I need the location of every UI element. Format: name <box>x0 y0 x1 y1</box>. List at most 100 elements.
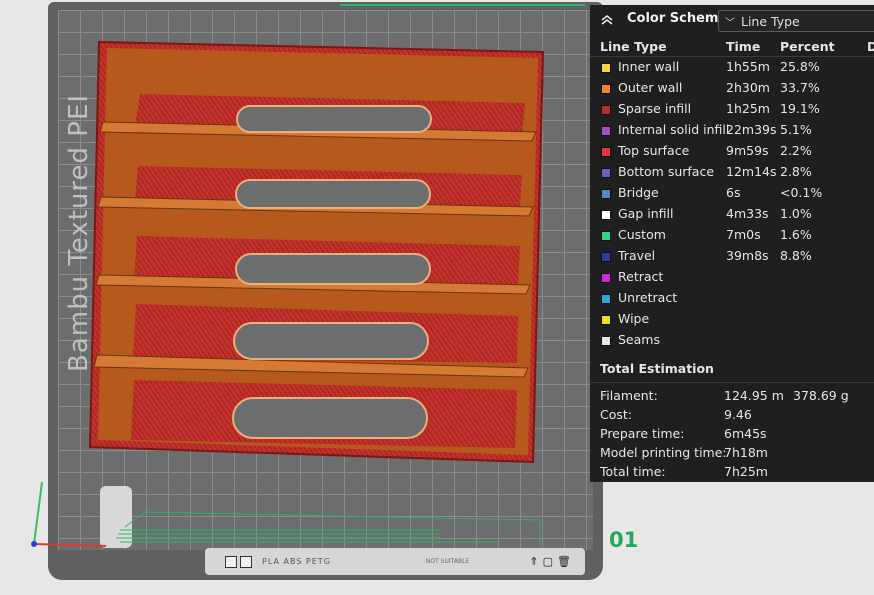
filament-label: Filament: <box>600 388 658 403</box>
cost-label: Cost: <box>600 407 633 422</box>
line-type-swatch <box>601 210 611 220</box>
chevron-down-icon: ﹀ <box>725 17 735 29</box>
line-type-percent: 1.6% <box>780 227 812 242</box>
line-type-time: 1h25m <box>726 101 770 116</box>
legend-row[interactable]: Retract <box>590 267 874 288</box>
line-type-name: Top surface <box>618 143 690 158</box>
cost-value: 9.46 <box>724 407 752 422</box>
plate-lock-icon[interactable] <box>240 555 252 568</box>
line-type-swatch <box>601 231 611 241</box>
line-type-name: Sparse infill <box>618 101 692 116</box>
legend-row[interactable]: Travel 39m8s 8.8% <box>590 246 874 267</box>
plate-number[interactable]: 01 <box>609 528 638 552</box>
printing-time-label: Model printing time: <box>600 445 727 460</box>
line-type-swatch <box>601 189 611 199</box>
line-type-swatch <box>601 63 611 73</box>
line-type-time: 2h30m <box>726 80 770 95</box>
legend-row[interactable]: Seams <box>590 330 874 351</box>
axis-gizmo <box>31 481 107 547</box>
col-line-type: Line Type <box>600 39 667 54</box>
line-type-time: 1h55m <box>726 59 770 74</box>
legend-row[interactable]: Outer wall 2h30m 33.7% <box>590 78 874 99</box>
line-type-percent: <0.1% <box>780 185 823 200</box>
line-type-name: Bridge <box>618 185 659 200</box>
line-type-name: Retract <box>618 269 664 284</box>
line-type-swatch <box>601 147 611 157</box>
plate-filament-types: PLA ABS PETG <box>262 557 331 566</box>
filament-length: 124.95 m <box>724 388 784 403</box>
legend-row[interactable]: Custom 7m0s 1.6% <box>590 225 874 246</box>
line-type-percent: 2.2% <box>780 143 812 158</box>
line-type-percent: 2.8% <box>780 164 812 179</box>
line-type-swatch <box>601 105 611 115</box>
line-type-name: Bottom surface <box>618 164 715 179</box>
color-scheme-select[interactable]: ﹀ Line Type <box>718 10 874 32</box>
legend-row[interactable]: Sparse infill 1h25m 19.1% <box>590 99 874 120</box>
color-scheme-label: Color Scheme <box>627 11 728 26</box>
printed-tray-model <box>88 40 545 464</box>
line-type-swatch <box>601 273 611 283</box>
line-type-name: Travel <box>618 248 656 263</box>
prepare-time-value: 6m45s <box>724 426 767 441</box>
color-scheme-value: Line Type <box>741 13 800 29</box>
prepare-time-row: Prepare time: 6m45s <box>590 426 874 445</box>
plate-footer-bar: PLA ABS PETG NOT SUITABLE ⇑ ▢ 🗑 <box>205 548 585 575</box>
line-type-name: Custom <box>618 227 666 242</box>
line-type-name: Gap infill <box>618 206 674 221</box>
line-type-swatch <box>601 294 611 304</box>
delete-plate-icon[interactable]: 🗑 <box>557 555 571 568</box>
divider <box>590 382 874 383</box>
legend-header-row: Line Type Time Percent D <box>590 35 874 57</box>
plate-warning-label: NOT SUITABLE <box>425 558 470 565</box>
legend-row[interactable]: Bridge 6s <0.1% <box>590 183 874 204</box>
line-type-percent: 5.1% <box>780 122 812 137</box>
line-type-swatch <box>601 126 611 136</box>
legend-row[interactable]: Unretract <box>590 288 874 309</box>
col-time: Time <box>726 39 761 54</box>
line-type-time: 39m8s <box>726 248 769 263</box>
line-type-time: 7m0s <box>726 227 761 242</box>
printing-time-row: Model printing time: 7h18m <box>590 445 874 464</box>
legend-row[interactable]: Wipe <box>590 309 874 330</box>
auto-arrange-icon[interactable]: ⇑ <box>529 555 538 568</box>
plate-settings-icon[interactable] <box>225 555 237 568</box>
collapse-chevrons-icon[interactable] <box>600 13 614 27</box>
total-estimation-title: Total Estimation <box>600 361 714 376</box>
cost-row: Cost: 9.46 <box>590 407 874 426</box>
line-type-swatch <box>601 336 611 346</box>
legend-rows: Inner wall 1h55m 25.8% Outer wall 2h30m 33.7%… <box>590 57 874 351</box>
legend-row[interactable]: Inner wall 1h55m 25.8% <box>590 57 874 78</box>
line-type-name: Internal solid infill <box>618 122 730 137</box>
line-type-percent: 8.8% <box>780 248 812 263</box>
line-type-name: Wipe <box>618 311 650 326</box>
line-type-name: Unretract <box>618 290 678 305</box>
legend-row[interactable]: Internal solid infill 22m39s 5.1% <box>590 120 874 141</box>
purge-lines <box>116 511 541 545</box>
line-type-name: Inner wall <box>618 59 680 74</box>
filament-weight: 378.69 g <box>793 388 849 403</box>
prepare-time-label: Prepare time: <box>600 426 685 441</box>
line-type-time: 12m14s <box>726 164 777 179</box>
line-type-time: 22m39s <box>726 122 777 137</box>
line-type-name: Outer wall <box>618 80 683 95</box>
line-type-percent: 25.8% <box>780 59 820 74</box>
col-percent: Percent <box>780 39 835 54</box>
line-type-swatch <box>601 168 611 178</box>
gcode-legend-panel: Color Scheme ﹀ Line Type Line Type Time … <box>590 5 874 482</box>
printing-time-value: 7h18m <box>724 445 768 460</box>
line-type-percent: 1.0% <box>780 206 812 221</box>
plate-select-icon[interactable]: ▢ <box>543 555 553 568</box>
line-type-name: Seams <box>618 332 660 347</box>
col-extra: D <box>867 39 874 54</box>
line-type-time: 6s <box>726 185 741 200</box>
line-type-percent: 19.1% <box>780 101 820 116</box>
line-type-swatch <box>601 252 611 262</box>
legend-row[interactable]: Top surface 9m59s 2.2% <box>590 141 874 162</box>
line-type-time: 9m59s <box>726 143 769 158</box>
filament-row: Filament: 124.95 m 378.69 g <box>590 388 874 407</box>
line-type-swatch <box>601 315 611 325</box>
legend-row[interactable]: Bottom surface 12m14s 2.8% <box>590 162 874 183</box>
total-time-value: 7h25m <box>724 464 768 479</box>
legend-row[interactable]: Gap infill 4m33s 1.0% <box>590 204 874 225</box>
line-type-swatch <box>601 84 611 94</box>
